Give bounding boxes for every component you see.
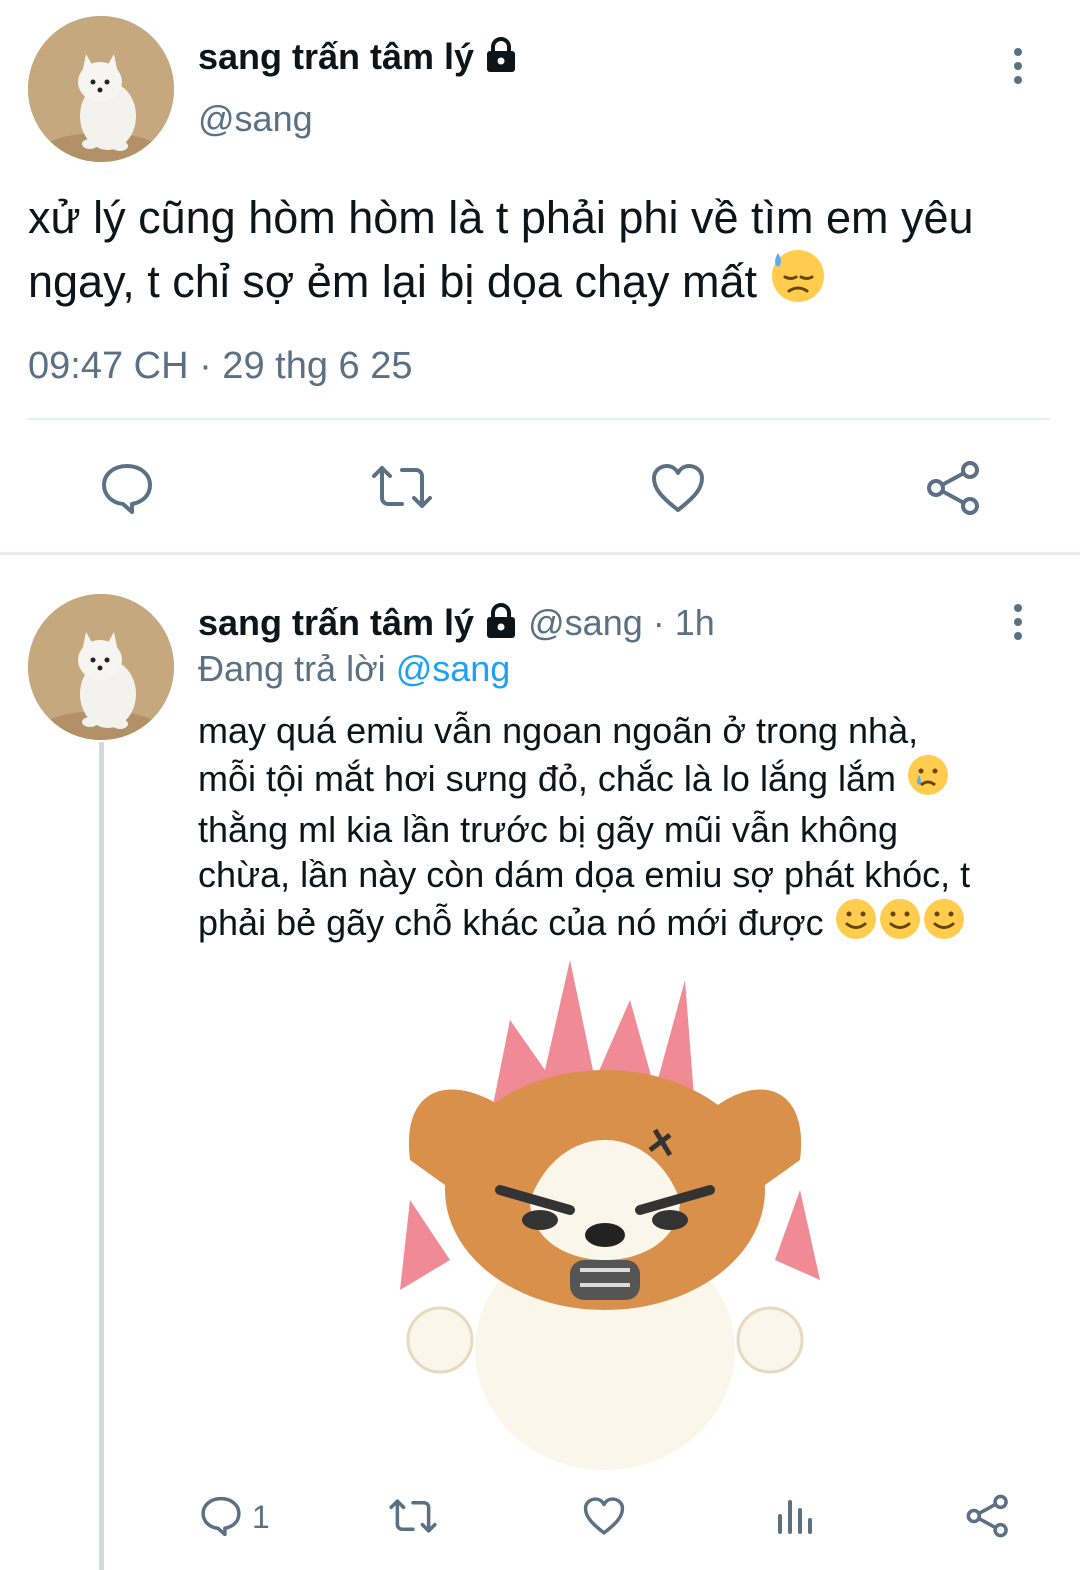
share-icon[interactable] [966, 1494, 1010, 1538]
slightly-smiling-face-icon [922, 897, 966, 951]
replying-to-link[interactable]: @sang [396, 648, 511, 689]
display-name[interactable]: sang trấn tâm lý [198, 36, 474, 77]
replying-to: Đang trả lời @sang [198, 648, 510, 690]
reply-text-line: thằng ml kia lần trước bị gãy mũi vẫn kh… [198, 809, 899, 850]
reply-text-line: phải bẻ gãy chỗ khác của nó mới được [198, 902, 824, 943]
reply-count: 1 [252, 1499, 270, 1535]
retweet-icon[interactable] [388, 1496, 438, 1536]
reply-display-name[interactable]: sang trấn tâm lý [198, 602, 474, 643]
retweet-icon[interactable] [370, 462, 434, 512]
slightly-smiling-face-icon [878, 897, 922, 951]
slightly-smiling-face-icon [834, 897, 878, 951]
handle[interactable]: @sang [198, 98, 313, 140]
divider [28, 418, 1050, 420]
reply-header: sang trấn tâm lý @sang · 1h [198, 602, 715, 648]
replying-prefix: Đang trả lời [198, 648, 386, 689]
like-icon[interactable] [650, 462, 706, 514]
timestamp[interactable]: 09:47 CH · 29 thg 6 25 [28, 344, 412, 388]
like-icon[interactable] [582, 1496, 626, 1536]
more-options-icon[interactable] [1014, 48, 1022, 84]
separator-dot: · [652, 602, 665, 643]
reply-icon[interactable] [200, 1494, 242, 1536]
share-icon[interactable] [926, 460, 982, 516]
analytics-icon[interactable] [776, 1496, 816, 1536]
reply-text-line: may quá emiu vẫn ngoan ngoãn ở trong nhà… [198, 710, 919, 751]
section-divider [0, 552, 1080, 555]
thread-line [99, 742, 104, 1570]
reply-avatar[interactable] [28, 594, 174, 740]
crying-face-icon [906, 753, 950, 807]
reply-more-options-icon[interactable] [1014, 604, 1022, 640]
avatar[interactable] [28, 16, 174, 162]
reply-text-line: chừa, lần này còn dám dọa emiu sợ phát k… [198, 854, 971, 895]
reply-icon[interactable] [100, 460, 154, 514]
lock-icon [484, 37, 518, 82]
lock-icon [484, 603, 518, 648]
reply-text-line: mỗi tội mắt hơi sưng đỏ, chắc là lo lắng… [198, 758, 897, 799]
reply-handle[interactable]: @sang [528, 602, 643, 643]
tweet-text-body: xử lý cũng hòm hòm là t phải phi về tìm … [28, 192, 974, 307]
downcast-face-with-sweat-icon [770, 247, 826, 317]
angry-corgi-sticker[interactable] [380, 960, 840, 1470]
reply-text: may quá emiu vẫn ngoan ngoãn ở trong nhà… [198, 708, 1048, 951]
reply-age[interactable]: 1h [675, 602, 715, 643]
tweet-text: xử lý cũng hòm hòm là t phải phi về tìm … [28, 188, 1028, 317]
